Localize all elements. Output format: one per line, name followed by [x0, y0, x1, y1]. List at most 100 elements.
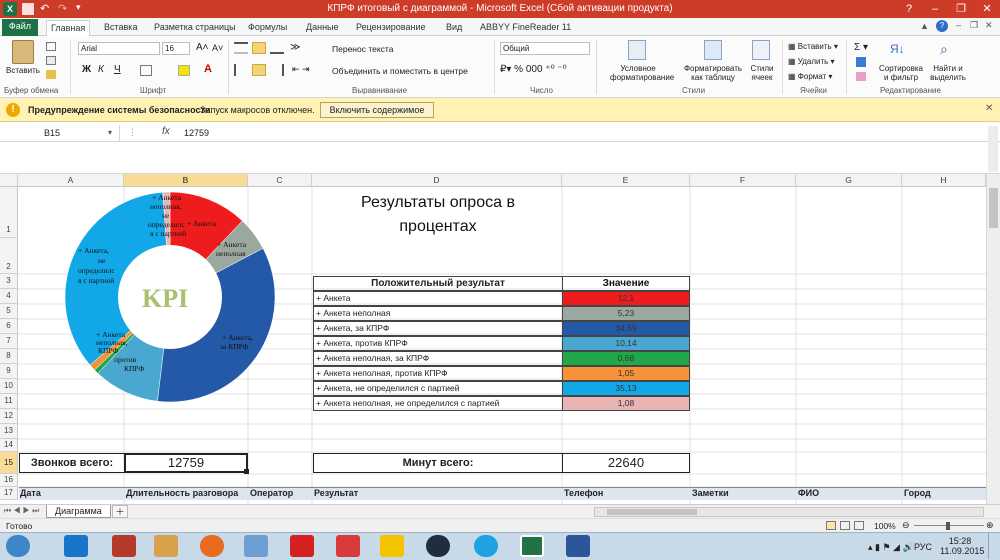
- kpi-donut-chart[interactable]: KPI + Анкета неполная, не определилс я с пар…: [50, 190, 290, 410]
- row-header-5[interactable]: 5: [0, 304, 18, 319]
- table-row-value[interactable]: 1,05: [562, 366, 690, 381]
- col-fio[interactable]: ФИО: [798, 488, 819, 498]
- zoom-level[interactable]: 100%: [874, 521, 896, 531]
- italic-icon[interactable]: К: [98, 64, 104, 75]
- row-header-13[interactable]: 13: [0, 424, 18, 439]
- row-header-7[interactable]: 7: [0, 334, 18, 349]
- fill-icon[interactable]: [856, 57, 866, 67]
- calls-total-label[interactable]: Звонков всего:: [19, 453, 125, 473]
- currency-icon[interactable]: ₽▾ % 000 ⁺⁰ ⁻⁰: [500, 64, 567, 75]
- borders-icon[interactable]: [140, 65, 152, 76]
- ribbon-minimize-icon[interactable]: ▲: [920, 21, 929, 31]
- autosum-icon[interactable]: Σ ▾: [854, 42, 868, 53]
- font-size-select[interactable]: 16: [162, 42, 190, 55]
- table-row-value[interactable]: 10,14: [562, 336, 690, 351]
- align-middle-icon[interactable]: [252, 42, 266, 54]
- workbook-restore-button[interactable]: ❐: [970, 20, 978, 31]
- fill-handle[interactable]: [244, 469, 249, 474]
- align-left-icon[interactable]: [234, 64, 248, 76]
- col-notes[interactable]: Заметки: [692, 488, 729, 498]
- horizontal-scrollbar[interactable]: [594, 507, 984, 517]
- help-icon[interactable]: ?: [936, 20, 948, 32]
- minimize-window-button[interactable]: –: [922, 0, 948, 18]
- column-header-g[interactable]: G: [796, 174, 902, 187]
- underline-icon[interactable]: Ч: [114, 64, 121, 75]
- number-format-select[interactable]: Общий: [500, 42, 590, 55]
- show-desktop-button[interactable]: [988, 533, 998, 559]
- find-select-icon[interactable]: ⌕: [940, 41, 948, 58]
- bold-icon[interactable]: Ж: [82, 64, 91, 75]
- col-date[interactable]: Дата: [20, 488, 41, 498]
- table-row-label[interactable]: + Анкета неполная, против КПРФ: [313, 366, 563, 381]
- table-row-label[interactable]: + Анкета неполная, за КПРФ: [313, 351, 563, 366]
- tab-page-layout[interactable]: Разметка страницы: [150, 20, 240, 36]
- page-break-view-icon[interactable]: [854, 521, 864, 530]
- format-as-table-button[interactable]: Форматировать как таблицу: [682, 64, 744, 82]
- steam-taskbar-icon[interactable]: [426, 535, 450, 557]
- tab-home[interactable]: Главная: [46, 20, 91, 37]
- conditional-format-button[interactable]: Условное форматирование: [610, 64, 674, 82]
- excel-taskbar-icon[interactable]: [520, 535, 544, 557]
- word-taskbar-icon[interactable]: [566, 535, 590, 557]
- cut-icon[interactable]: [46, 42, 56, 51]
- select-all-corner[interactable]: [0, 174, 18, 187]
- col-duration[interactable]: Длительность разговора: [126, 488, 238, 498]
- conditional-format-icon[interactable]: [628, 40, 646, 60]
- zoom-slider-thumb[interactable]: [946, 522, 950, 530]
- tray-icons[interactable]: ▴ ▮ ⚑ ◢ 🔊: [868, 542, 914, 553]
- row-header-6[interactable]: 6: [0, 319, 18, 334]
- row-header-16[interactable]: 16: [0, 474, 18, 487]
- table-header-value[interactable]: Значение: [562, 276, 690, 291]
- clear-icon[interactable]: [856, 72, 866, 81]
- sheet-tab-diagram[interactable]: Диаграмма: [46, 505, 111, 518]
- formula-bar-scroll[interactable]: [988, 126, 998, 172]
- column-header-b[interactable]: B: [124, 174, 248, 187]
- name-box[interactable]: B15: [0, 125, 120, 141]
- find-select-button[interactable]: Найти и выделить: [928, 64, 968, 82]
- app-taskbar-icon[interactable]: [112, 535, 136, 557]
- help-titlebar-icon[interactable]: ?: [896, 0, 922, 18]
- tab-insert[interactable]: Вставка: [100, 20, 141, 36]
- close-security-bar-icon[interactable]: ✕: [985, 103, 993, 114]
- minutes-total-label[interactable]: Минут всего:: [313, 453, 563, 473]
- yandex-taskbar-icon[interactable]: [336, 535, 360, 557]
- start-button-icon[interactable]: [6, 535, 30, 557]
- col-city[interactable]: Город: [904, 488, 931, 498]
- row-header-14[interactable]: 14: [0, 439, 18, 452]
- grow-font-icon[interactable]: A˄: [196, 42, 209, 53]
- row-header-4[interactable]: 4: [0, 289, 18, 304]
- language-indicator[interactable]: РУС: [914, 542, 932, 552]
- delete-cells-button[interactable]: ▦ Удалить ▾: [788, 57, 835, 66]
- row-header-8[interactable]: 8: [0, 349, 18, 364]
- table-row-label[interactable]: + Анкета: [313, 291, 563, 306]
- table-row-label[interactable]: + Анкета, против КПРФ: [313, 336, 563, 351]
- wrap-text-button[interactable]: Перенос текста: [332, 44, 393, 54]
- beeline-taskbar-icon[interactable]: [380, 535, 404, 557]
- table-row-value[interactable]: 12,1: [562, 291, 690, 306]
- table-row-value[interactable]: 34,59: [562, 321, 690, 336]
- media-taskbar-icon[interactable]: [244, 535, 268, 557]
- cell-styles-icon[interactable]: [752, 40, 770, 60]
- column-header-h[interactable]: H: [902, 174, 986, 187]
- zoom-in-icon[interactable]: ⊕: [986, 520, 994, 531]
- table-header-result[interactable]: Положительный результат: [313, 276, 563, 291]
- insert-cells-button[interactable]: ▦ Вставить ▾: [788, 42, 838, 51]
- calls-total-value[interactable]: 12759: [124, 453, 248, 473]
- tab-view[interactable]: Вид: [442, 20, 466, 36]
- align-right-icon[interactable]: [270, 64, 284, 76]
- ie-taskbar-icon[interactable]: [64, 535, 88, 557]
- indent-icons[interactable]: ⇤ ⇥: [292, 64, 310, 75]
- yandex-browser-taskbar-icon[interactable]: [290, 535, 314, 557]
- normal-view-icon[interactable]: [826, 521, 836, 530]
- font-name-select[interactable]: Arial: [78, 42, 160, 55]
- font-color-icon[interactable]: A: [204, 63, 212, 75]
- row-header-3[interactable]: 3: [0, 274, 18, 289]
- table-row-value[interactable]: 1,08: [562, 396, 690, 411]
- paste-button[interactable]: Вставить: [6, 66, 40, 75]
- row-header-10[interactable]: 10: [0, 379, 18, 394]
- merge-center-button[interactable]: Объединить и поместить в центре: [332, 66, 468, 76]
- clock[interactable]: 15:28 11.09.2015: [940, 536, 984, 556]
- insert-function-icon[interactable]: fx: [162, 126, 170, 137]
- close-window-button[interactable]: ✕: [974, 0, 1000, 18]
- row-header-11[interactable]: 11: [0, 394, 18, 409]
